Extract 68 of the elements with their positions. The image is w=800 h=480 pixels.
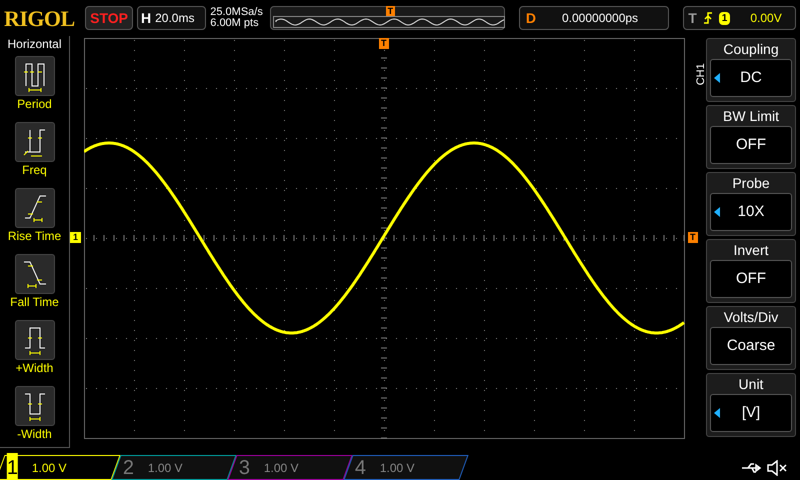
measure-label: -Width (17, 426, 52, 442)
channel-offset-marker: 1 (70, 232, 82, 243)
measure-label: +Width (16, 360, 54, 376)
channel-scale: 1.00 V (31, 460, 68, 476)
menu-softkey[interactable]: Volts/Div Coarse (706, 306, 796, 370)
channel-scale: 1.00 V (147, 460, 184, 476)
delay-box[interactable]: D 0.00000000ps (518, 6, 670, 30)
softkey-value: DC (740, 68, 762, 88)
speaker-muted-icon (766, 460, 788, 476)
menu-softkey[interactable]: Coupling DC (706, 38, 796, 102)
trigger-position-marker: T (386, 6, 396, 16)
menu-title: Horizontal (7, 37, 62, 51)
timebase-value: 20.0ms (155, 10, 194, 27)
channel-number: 2 (123, 456, 134, 480)
trigger-source: 1 (718, 12, 730, 24)
rising-edge-icon (702, 11, 713, 25)
measure-button[interactable] (14, 122, 54, 162)
measure-label: Fall Time (10, 294, 59, 310)
sample-rate: 25.0MSa/s (210, 7, 264, 18)
channel-number: 1 (7, 452, 18, 480)
menu-softkey[interactable]: Unit [V] (706, 373, 796, 437)
softkey-value: OFF (736, 134, 766, 155)
measure-button[interactable] (14, 188, 54, 228)
channel-tab[interactable]: 2 1.00 V (111, 455, 237, 480)
softkey-value: [V] (742, 402, 760, 423)
softkey-label: Volts/Div (724, 308, 778, 327)
delay-label: D (526, 8, 536, 28)
channel-tab[interactable]: 1 1.00 V (0, 455, 121, 480)
measure-label: Period (17, 96, 52, 112)
knob-arrow-icon (714, 207, 720, 217)
softkey-value: Coarse (726, 336, 776, 356)
measure-button[interactable] (14, 254, 54, 294)
channel-number: 3 (239, 456, 250, 480)
channel-label: CH1 (694, 63, 708, 86)
delay-value: 0.00000000ps (562, 10, 638, 27)
knob-arrow-icon (714, 408, 720, 418)
softkey-label: BW Limit (723, 107, 779, 126)
channel-tab[interactable]: 4 1.00 V (343, 455, 469, 480)
trigger-time-marker: T (379, 38, 388, 49)
knob-arrow-icon (714, 73, 720, 83)
measure-button[interactable] (14, 386, 54, 426)
brand-logo: RIGOL (4, 4, 76, 32)
channel-scale: 1.00 V (263, 460, 300, 476)
menu-softkey[interactable]: Invert OFF (706, 239, 796, 303)
measure-button[interactable] (14, 320, 54, 360)
timebase-box[interactable]: H 20.0ms (136, 6, 206, 30)
softkey-label: Probe (732, 174, 770, 193)
usb-icon (740, 462, 762, 474)
trigger-label: T (688, 8, 697, 28)
menu-softkey[interactable]: Probe 10X (706, 172, 796, 236)
trigger-level-marker: T (688, 232, 698, 243)
trigger-level: 0.00V (750, 10, 782, 27)
softkey-value: OFF (736, 268, 766, 289)
trigger-box[interactable]: T 1 0.00V (683, 6, 796, 30)
softkey-label: Coupling (723, 40, 779, 59)
timebase-label: H (140, 8, 152, 28)
channel-number: 4 (355, 456, 366, 480)
measure-label: Rise Time (8, 228, 62, 244)
run-stop-status[interactable]: STOP (85, 6, 133, 30)
measure-label: Freq (22, 162, 47, 178)
menu-softkey[interactable]: BW Limit OFF (706, 105, 796, 169)
softkey-label: Unit (738, 375, 764, 394)
softkey-value: 10X (738, 202, 764, 222)
channel-scale: 1.00 V (379, 460, 416, 476)
measure-button[interactable] (14, 56, 54, 96)
channel-tab[interactable]: 3 1.00 V (227, 455, 353, 480)
softkey-label: Invert (733, 241, 768, 260)
memory-depth: 6.00M pts (210, 18, 260, 29)
